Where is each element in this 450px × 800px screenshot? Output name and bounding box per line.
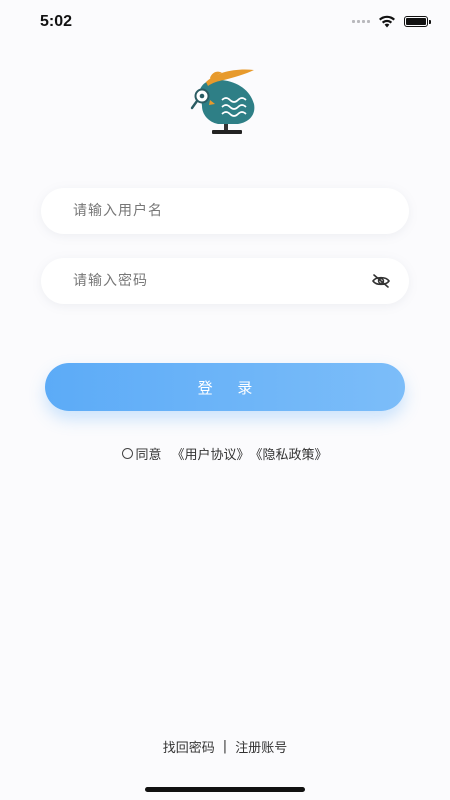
- agree-radio[interactable]: [122, 448, 134, 459]
- battery-icon: [404, 16, 431, 27]
- agreement-row: 同意 《用户协议》 《隐私政策》: [0, 444, 450, 463]
- password-input[interactable]: [73, 258, 363, 304]
- register-link[interactable]: 注册账号: [235, 737, 287, 756]
- wifi-icon: [379, 15, 395, 28]
- bottom-links: 找回密码 | 注册账号: [0, 737, 450, 756]
- privacy-policy-link[interactable]: 《隐私政策》: [250, 444, 328, 463]
- password-field: [41, 258, 409, 304]
- eye-off-icon[interactable]: [371, 273, 391, 289]
- user-agreement-link[interactable]: 《用户协议》: [171, 444, 249, 463]
- username-input[interactable]: [73, 188, 363, 234]
- username-field: [41, 188, 409, 234]
- status-time: 5:02: [40, 13, 73, 30]
- forgot-password-link[interactable]: 找回密码: [163, 737, 215, 756]
- agree-label: 同意: [135, 448, 162, 463]
- status-bar: 5:02: [0, 0, 450, 46]
- status-icons: [352, 15, 431, 28]
- login-button[interactable]: 登 录: [45, 363, 405, 411]
- home-indicator: [145, 787, 305, 792]
- signal-icon: [352, 20, 370, 23]
- link-separator: |: [222, 739, 228, 754]
- app-logo: [190, 69, 255, 134]
